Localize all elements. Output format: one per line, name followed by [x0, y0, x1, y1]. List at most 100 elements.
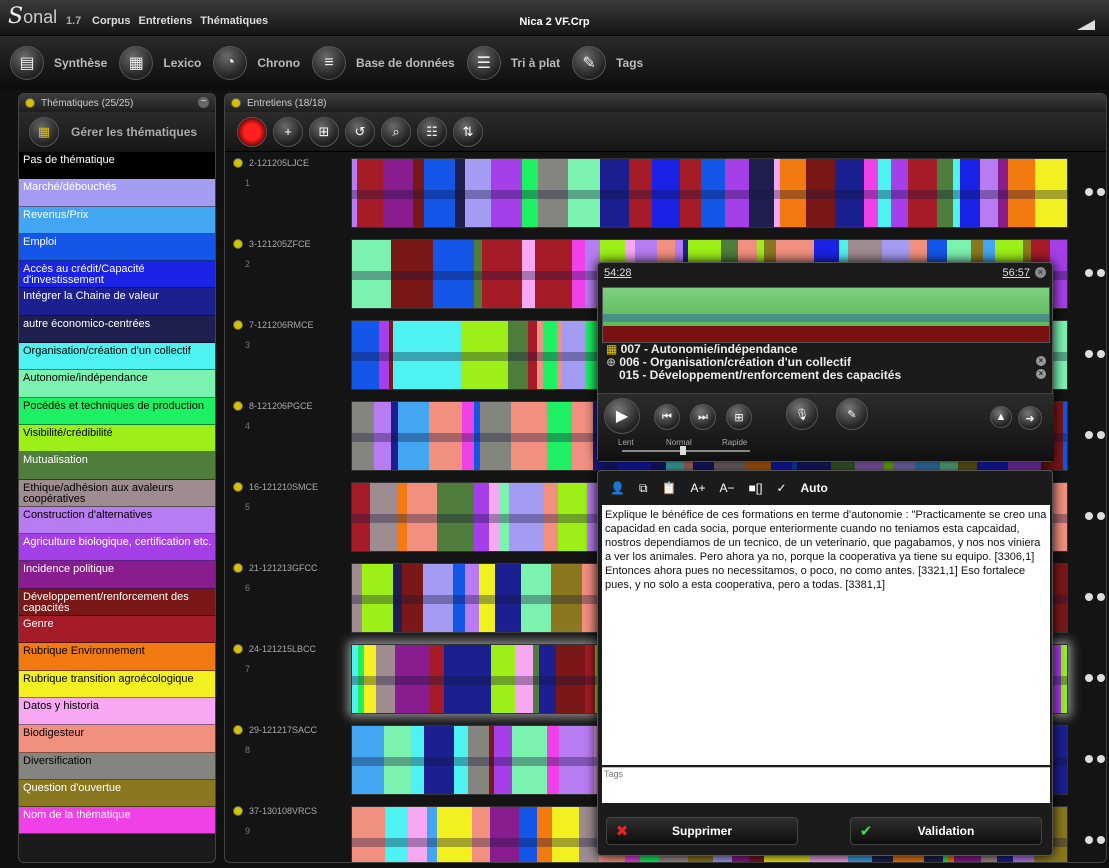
play-button[interactable]: ▶ — [604, 398, 640, 434]
timeline-segment[interactable] — [478, 564, 496, 632]
timeline-segment[interactable] — [499, 483, 509, 551]
timeline-segment[interactable] — [424, 726, 455, 794]
theme-item[interactable]: Mutualisation — [19, 452, 215, 480]
timeline-segment[interactable] — [878, 159, 892, 227]
theme-item[interactable]: Marché/débouchés — [19, 179, 215, 207]
play-icon[interactable] — [1085, 836, 1093, 844]
theme-item[interactable]: Pas de thématique — [19, 152, 215, 180]
play-icon[interactable] — [1085, 350, 1093, 358]
power-icon[interactable] — [233, 239, 243, 249]
speed-slider[interactable] — [622, 446, 750, 455]
timeline-segment[interactable] — [352, 402, 374, 470]
transcript-textarea[interactable]: Explique le bénéfice de ces formations e… — [602, 505, 1050, 765]
timeline-segment[interactable] — [544, 483, 558, 551]
timeline-segment[interactable] — [443, 645, 463, 713]
marker-button[interactable]: ⊞ — [726, 404, 752, 430]
play-icon[interactable] — [1085, 593, 1093, 601]
timeline-segment[interactable] — [959, 159, 980, 227]
stop-icon[interactable] — [1097, 350, 1105, 358]
stop-icon[interactable] — [1097, 188, 1105, 196]
timeline-segment[interactable] — [908, 159, 937, 227]
timeline-segment[interactable] — [749, 159, 775, 227]
play-icon[interactable] — [1085, 431, 1093, 439]
timeline-segment[interactable] — [376, 645, 395, 713]
up-button[interactable]: ▲ — [990, 406, 1012, 428]
theme-item[interactable]: Diversification — [19, 752, 215, 780]
copy-icon[interactable]: ⧉ — [639, 481, 648, 496]
timeline-segment[interactable] — [465, 564, 479, 632]
timeline-segment[interactable] — [411, 726, 425, 794]
remove-theme-icon[interactable]: × — [1036, 356, 1046, 366]
timeline-segment[interactable] — [397, 483, 408, 551]
timeline-segment[interactable] — [651, 159, 680, 227]
timeline-segment[interactable] — [481, 240, 522, 308]
power-icon[interactable] — [233, 725, 243, 735]
stop-icon[interactable] — [1097, 836, 1105, 844]
timeline-segment[interactable] — [495, 564, 522, 632]
auto-button[interactable]: Auto — [801, 481, 828, 495]
timeline-segment[interactable] — [352, 807, 385, 862]
timeline-segment[interactable] — [528, 321, 537, 389]
theme-item[interactable]: Agriculture biologique, certification et… — [19, 534, 215, 562]
timeline-segment[interactable] — [550, 564, 582, 632]
theme-item[interactable]: Emploi — [19, 233, 215, 262]
power-icon[interactable] — [233, 482, 243, 492]
tags-field[interactable]: Tags — [602, 767, 1050, 803]
timeline-segment[interactable] — [891, 159, 909, 227]
timeline-segment[interactable] — [428, 645, 444, 713]
theme-item[interactable]: Organisation/création d'un collectif — [19, 343, 215, 371]
paste-icon[interactable]: 📋 — [662, 481, 677, 495]
timeline-segment[interactable] — [534, 240, 573, 308]
timeline-segment[interactable] — [559, 726, 594, 794]
theme-item[interactable]: autre économico-centrées — [19, 315, 215, 344]
timeline-segment[interactable] — [552, 807, 579, 862]
timeline-segment[interactable] — [494, 726, 512, 794]
theme-item[interactable]: Biodigesteur — [19, 725, 215, 753]
timeline-segment[interactable] — [437, 483, 475, 551]
timeline-segment[interactable] — [472, 807, 491, 862]
database-button[interactable]: ≡ Base de données — [312, 46, 455, 80]
power-icon[interactable] — [233, 401, 243, 411]
microphone-button[interactable]: 🎙 — [786, 398, 818, 430]
timeline-segment[interactable] — [491, 645, 515, 713]
timeline-segment[interactable] — [834, 159, 865, 227]
delete-button[interactable]: ✖ Supprimer — [606, 817, 798, 845]
theme-item[interactable]: Rubrique Environnement — [19, 643, 215, 671]
timeline-segment[interactable] — [426, 807, 438, 862]
speaker-button[interactable]: ✎ — [836, 398, 868, 430]
timeline-segment[interactable] — [521, 159, 538, 227]
timeline-segment[interactable] — [474, 240, 482, 308]
timeline-segment[interactable] — [511, 726, 548, 794]
validate-button[interactable]: ✔ Validation — [850, 817, 1042, 845]
theme-item[interactable]: Intégrer la Chaine de valeur — [19, 288, 215, 316]
timeline-segment[interactable] — [864, 159, 879, 227]
stop-icon[interactable] — [1097, 674, 1105, 682]
timeline-segment[interactable] — [384, 807, 408, 862]
timeline-segment[interactable] — [398, 402, 429, 470]
timeline-segment[interactable] — [543, 321, 558, 389]
menu-thematiques[interactable]: Thématiques — [200, 15, 268, 27]
timeline-segment[interactable] — [537, 807, 553, 862]
play-icon[interactable] — [1085, 674, 1093, 682]
theme-item[interactable]: Nom de la thématique — [19, 807, 215, 835]
power-icon[interactable] — [233, 644, 243, 654]
timeline-segment[interactable] — [547, 402, 573, 470]
close-icon[interactable]: × — [1035, 267, 1046, 278]
timeline-segment[interactable] — [370, 483, 398, 551]
timeline-segment[interactable] — [397, 726, 412, 794]
power-icon[interactable] — [233, 806, 243, 816]
timeline-segment[interactable] — [378, 321, 389, 389]
menu-entretiens[interactable]: Entretiens — [139, 15, 193, 27]
waveform[interactable] — [602, 287, 1050, 343]
timeline-segment[interactable] — [725, 159, 750, 227]
timeline-segment[interactable] — [585, 645, 595, 713]
power-icon[interactable] — [233, 563, 243, 573]
timeline-segment[interactable] — [521, 240, 535, 308]
timeline-segment[interactable] — [390, 240, 434, 308]
speaker-icon[interactable]: 👤 — [610, 481, 625, 495]
timeline-segment[interactable] — [507, 321, 529, 389]
power-icon[interactable] — [233, 320, 243, 330]
timeline-segment[interactable] — [401, 564, 423, 632]
stop-icon[interactable] — [1097, 512, 1105, 520]
timeline-segment[interactable] — [700, 159, 726, 227]
